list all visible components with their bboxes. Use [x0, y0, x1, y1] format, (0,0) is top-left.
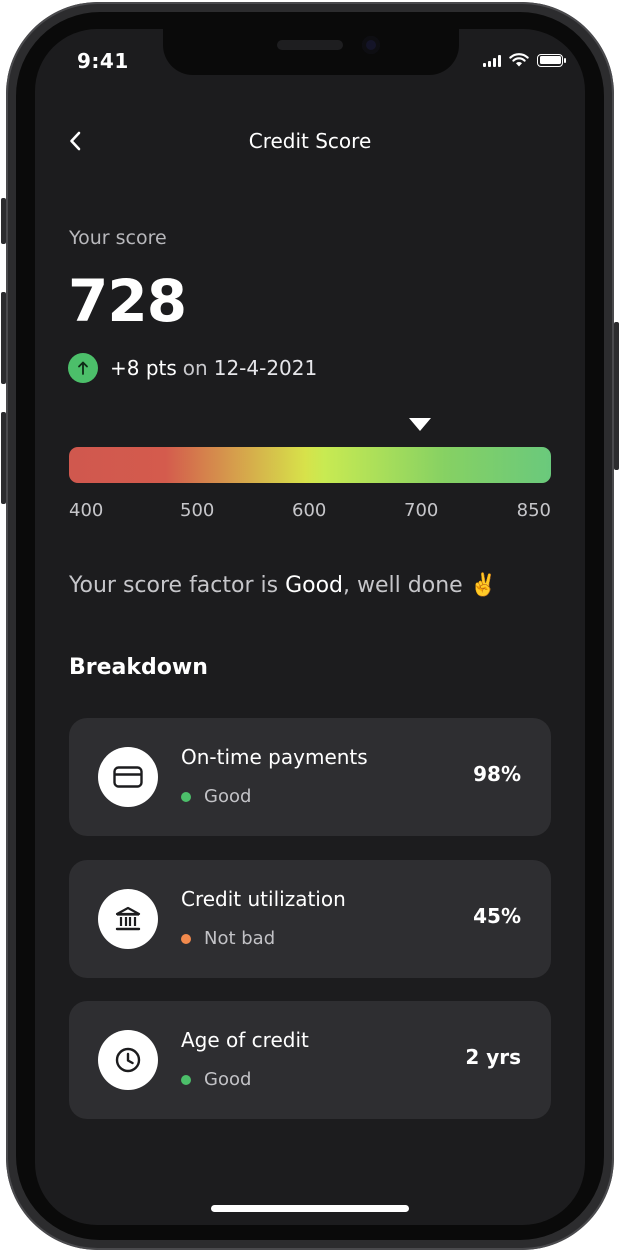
- score-delta-date: 12-4-2021: [213, 356, 318, 380]
- card-status-text: Not bad: [204, 928, 276, 949]
- screen: 9:41 Credit Score Your score 728 +8 pts o…: [35, 29, 585, 1225]
- mute-switch: [1, 198, 6, 244]
- score-value: 728: [68, 267, 187, 335]
- score-marker-triangle: [409, 418, 432, 431]
- factor-suffix: , well done: [343, 573, 470, 598]
- volume-up-button: [1, 292, 6, 384]
- front-camera: [362, 36, 380, 54]
- card-title: Credit utilization: [181, 887, 346, 911]
- card-status-text: Good: [204, 1069, 252, 1090]
- scale-tick: 700: [404, 500, 439, 521]
- breakdown-card-age-of-credit[interactable]: Age of credit Good 2 yrs: [69, 1001, 551, 1119]
- cellular-signal-icon: [483, 54, 501, 67]
- score-change-text: +8 pts on 12-4-2021: [110, 356, 317, 380]
- score-factor-message: Your score factor is Good, well done ✌️: [69, 573, 497, 598]
- notch: [163, 29, 459, 75]
- card-status: Good: [181, 786, 251, 807]
- score-scale-ticks: 400 500 600 700 850: [69, 500, 551, 524]
- status-dot-good: [181, 1074, 191, 1085]
- status-dot-good: [181, 791, 191, 802]
- status-icons: [483, 53, 566, 67]
- speaker-grille: [277, 40, 343, 50]
- victory-hand-emoji: ✌️: [469, 573, 498, 598]
- score-change: +8 pts on 12-4-2021: [68, 353, 317, 383]
- card-status: Not bad: [181, 928, 275, 949]
- scale-tick: 500: [180, 500, 215, 521]
- factor-prefix: Your score factor is: [69, 573, 286, 598]
- score-label: Your score: [69, 227, 167, 249]
- volume-down-button: [1, 412, 6, 504]
- power-button: [614, 322, 619, 470]
- wifi-icon: [509, 53, 529, 67]
- card-value: 98%: [473, 762, 521, 786]
- scale-tick: 850: [516, 500, 551, 521]
- card-status-text: Good: [204, 786, 252, 807]
- score-gradient-bar: [69, 447, 551, 483]
- bank-icon: [98, 889, 158, 949]
- page-title: Credit Score: [248, 129, 372, 153]
- card-title: Age of credit: [181, 1028, 309, 1052]
- card-value: 45%: [473, 904, 521, 928]
- breakdown-card-on-time-payments[interactable]: On-time payments Good 98%: [69, 718, 551, 836]
- breakdown-heading: Breakdown: [69, 655, 208, 680]
- score-delta: +8 pts: [110, 356, 177, 380]
- card-title: On-time payments: [181, 745, 368, 769]
- status-time: 9:41: [77, 49, 129, 73]
- clock-icon: [98, 1030, 158, 1090]
- card-status: Good: [181, 1069, 251, 1090]
- card-value: 2 yrs: [465, 1045, 521, 1069]
- breakdown-card-credit-utilization[interactable]: Credit utilization Not bad 45%: [69, 860, 551, 978]
- status-dot-not-bad: [181, 933, 191, 944]
- score-delta-conjunction: on: [182, 356, 208, 380]
- nav-bar: Credit Score: [35, 119, 585, 163]
- home-indicator[interactable]: [211, 1205, 409, 1212]
- scale-tick: 600: [292, 500, 327, 521]
- arrow-up-icon: [68, 353, 98, 383]
- battery-icon: [537, 53, 566, 67]
- factor-rating: Good: [285, 573, 344, 598]
- scale-tick: 400: [69, 500, 104, 521]
- credit-card-icon: [98, 747, 158, 807]
